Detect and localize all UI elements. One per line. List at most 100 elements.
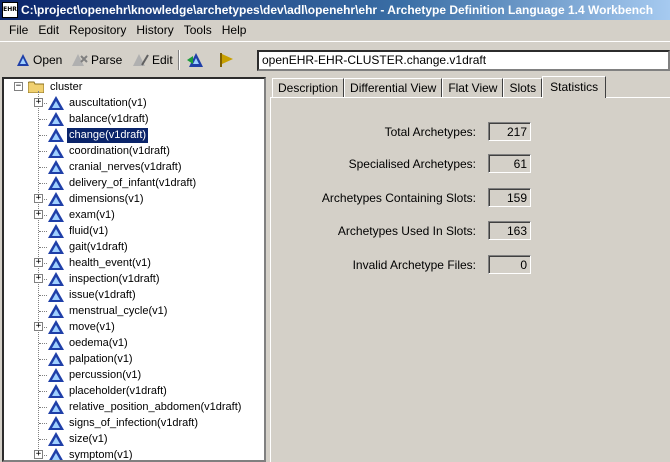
tree-item-label: cranial_nerves(v1draft) (69, 160, 182, 173)
tree-item[interactable]: size(v1) (48, 431, 110, 447)
archetype-icon (48, 416, 64, 430)
tree-item[interactable]: exam(v1) (48, 207, 117, 223)
tree-connector (39, 295, 47, 296)
tree-expand-icon[interactable]: + (34, 322, 43, 331)
tree-item[interactable]: relative_position_abdomen(v1draft) (48, 399, 243, 415)
menu-bar: File Edit Repository History Tools Help (0, 20, 670, 39)
edit-button-label: Edit (152, 53, 173, 67)
open-button-label: Open (33, 53, 63, 67)
archetype-icon (48, 352, 64, 366)
tree-expand-icon[interactable]: + (34, 98, 43, 107)
archetype-icon (48, 208, 64, 222)
tree-item[interactable]: symptom(v1) (48, 447, 135, 461)
archetype-icon (48, 224, 64, 238)
tab-differential-view[interactable]: Differential View (344, 78, 443, 98)
tree-item[interactable]: inspection(v1draft) (48, 271, 162, 287)
tree-connector (39, 375, 47, 376)
tree-item[interactable]: cranial_nerves(v1draft) (48, 159, 184, 175)
tree-item[interactable]: signs_of_infection(v1draft) (48, 415, 200, 431)
stat-used-in-slots-value: 163 (488, 221, 531, 240)
tab-strip: Description Differential View Flat View … (272, 76, 607, 98)
parse-button[interactable]: Parse (72, 51, 122, 69)
tree-item-label: auscultation(v1) (69, 96, 147, 109)
tree-connector (39, 167, 47, 168)
stat-specialised-value: 61 (488, 154, 531, 173)
statistics-page: Total Archetypes: 217 Specialised Archet… (270, 97, 670, 462)
tree-item[interactable]: delivery_of_infant(v1draft) (48, 175, 198, 191)
tree-item-label: health_event(v1) (69, 256, 151, 269)
tab-flat-view[interactable]: Flat View (442, 78, 504, 98)
parse-icon (72, 54, 88, 66)
tab-slots[interactable]: Slots (503, 78, 543, 98)
tree-item[interactable]: gait(v1draft) (48, 239, 130, 255)
tree-item-label: gait(v1draft) (69, 240, 128, 253)
tree-connector (39, 119, 47, 120)
tree-item-label: exam(v1) (69, 208, 115, 221)
archetype-icon (48, 272, 64, 286)
tree-item[interactable]: balance(v1draft) (48, 111, 151, 127)
stat-total-value: 217 (488, 122, 531, 141)
tab-description[interactable]: Description (272, 78, 345, 98)
stat-total-label: Total Archetypes: (384, 125, 476, 139)
tree-connector (39, 391, 47, 392)
tree-item[interactable]: percussion(v1) (48, 367, 143, 383)
tree-expand-icon[interactable]: + (34, 274, 43, 283)
tree-connector (39, 423, 47, 424)
tree-connector (39, 183, 47, 184)
tree-item-label: symptom(v1) (69, 448, 133, 461)
menu-file[interactable]: File (0, 23, 33, 37)
archetype-icon (48, 432, 64, 446)
tree-item-label: inspection(v1draft) (69, 272, 160, 285)
archetype-icon (48, 304, 64, 318)
tree-item[interactable]: issue(v1draft) (48, 287, 138, 303)
tree-item-label: change(v1draft) (65, 126, 150, 144)
tree-item[interactable]: health_event(v1) (48, 255, 153, 271)
menu-help[interactable]: Help (217, 23, 252, 37)
tree-item[interactable]: placeholder(v1draft) (48, 383, 169, 399)
tab-statistics[interactable]: Statistics (542, 76, 607, 98)
flag-icon (220, 53, 233, 67)
tree-item[interactable]: coordination(v1draft) (48, 143, 172, 159)
tree-expand-icon[interactable]: + (34, 450, 43, 459)
tree-expand-icon[interactable]: + (34, 258, 43, 267)
stat-containing-slots-label: Archetypes Containing Slots: (321, 191, 476, 205)
edit-button[interactable]: Edit (133, 51, 173, 69)
archetype-icon (48, 192, 64, 206)
tree-item[interactable]: move(v1) (48, 319, 117, 335)
flag-button[interactable] (218, 51, 236, 69)
back-archetype-button[interactable] (186, 51, 204, 69)
tree-item[interactable]: palpation(v1) (48, 351, 135, 367)
archetype-icon (48, 112, 64, 126)
menu-tools[interactable]: Tools (179, 23, 217, 37)
tree-root-collapse-icon[interactable]: − (14, 82, 23, 91)
archetype-tree[interactable]: − cluster + auscultation(v1) balance(v1dra… (2, 77, 266, 462)
tree-item-label: delivery_of_infant(v1draft) (69, 176, 197, 189)
tree-item[interactable]: auscultation(v1) (48, 95, 149, 111)
tree-item[interactable]: oedema(v1) (48, 335, 130, 351)
menu-edit[interactable]: Edit (33, 23, 64, 37)
tree-connector (39, 343, 47, 344)
tree-item[interactable]: change(v1draft) (48, 126, 150, 144)
archetype-open-icon (17, 54, 29, 66)
app-icon: EHR (2, 2, 18, 18)
archetype-id-field[interactable]: openEHR-EHR-CLUSTER.change.v1draft (257, 50, 670, 71)
archetype-icon (48, 144, 64, 158)
tree-expand-icon[interactable]: + (34, 210, 43, 219)
menu-history[interactable]: History (131, 23, 178, 37)
tree-item[interactable]: fluid(v1) (48, 223, 110, 239)
title-bar[interactable]: EHR C:\project\openehr\knowledge\archety… (0, 0, 670, 20)
tree-connector (39, 151, 47, 152)
tree-item[interactable]: dimensions(v1) (48, 191, 146, 207)
tree-item-label: percussion(v1) (69, 368, 142, 381)
edit-icon (133, 54, 149, 66)
tree-item[interactable]: menstrual_cycle(v1) (48, 303, 169, 319)
tree-connector (39, 407, 47, 408)
tree-expand-icon[interactable]: + (34, 194, 43, 203)
open-button[interactable]: Open (16, 51, 62, 69)
tree-connector (39, 135, 47, 136)
tree-root-item[interactable]: cluster (28, 79, 84, 95)
tree-item-label: coordination(v1draft) (69, 144, 170, 157)
tree-item-label: relative_position_abdomen(v1draft) (69, 400, 242, 413)
menu-repository[interactable]: Repository (64, 23, 131, 37)
tree-item-label: signs_of_infection(v1draft) (69, 416, 199, 429)
